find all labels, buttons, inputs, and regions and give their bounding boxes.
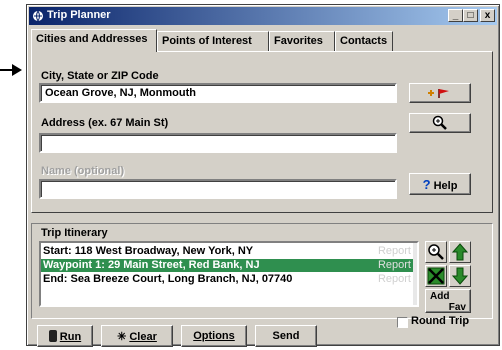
send-label: Send bbox=[272, 330, 300, 342]
help-button[interactable]: ? Help bbox=[409, 173, 471, 195]
minimize-button[interactable]: _ bbox=[448, 9, 463, 22]
add-fav-label-bottom: Fav bbox=[448, 302, 466, 313]
itinerary-row-start[interactable]: Start: 118 West Broadway, New York, NY R… bbox=[41, 245, 417, 258]
title-bar[interactable]: Trip Planner _ □ x bbox=[29, 7, 497, 25]
delete-stop-button[interactable] bbox=[425, 265, 447, 287]
traffic-light-icon bbox=[48, 330, 57, 342]
round-trip-checkbox[interactable] bbox=[397, 317, 408, 328]
map-flag-icon bbox=[428, 89, 449, 98]
trip-planner-window: Trip Planner _ □ x Cities and Addresses … bbox=[26, 4, 500, 347]
itinerary-row-text: Waypoint 1: 29 Main Street, Red Bank, NJ bbox=[43, 259, 260, 271]
tab-contacts[interactable]: Contacts bbox=[335, 31, 393, 51]
name-field[interactable] bbox=[39, 179, 397, 199]
magnifier-icon bbox=[432, 115, 447, 130]
clear-button[interactable]: ✳ Clear bbox=[101, 325, 173, 347]
itinerary-title: Trip Itinerary bbox=[41, 227, 108, 239]
globe-app-icon bbox=[33, 10, 43, 22]
list-scrollbar[interactable] bbox=[413, 243, 417, 305]
tab-favorites[interactable]: Favorites bbox=[269, 31, 335, 51]
clear-label: Clear bbox=[129, 331, 157, 343]
add-favorite-button[interactable]: Add Fav bbox=[425, 289, 471, 313]
magnifier-plus-icon bbox=[428, 244, 444, 260]
report-link[interactable]: Report bbox=[378, 273, 411, 285]
address-label: Address (ex. 67 Main St) bbox=[41, 117, 169, 129]
name-label: Name (optional) bbox=[41, 165, 125, 177]
report-link[interactable]: Report bbox=[378, 259, 411, 271]
arrow-down-icon bbox=[451, 267, 469, 285]
run-label: Run bbox=[59, 331, 82, 343]
arrow-up-icon bbox=[451, 243, 469, 261]
move-up-button[interactable] bbox=[449, 241, 471, 263]
zoom-in-button[interactable] bbox=[409, 113, 471, 133]
move-down-button[interactable] bbox=[449, 265, 471, 287]
locate-on-map-button[interactable] bbox=[409, 83, 471, 103]
maximize-button[interactable]: □ bbox=[463, 9, 478, 22]
itinerary-row-text: Start: 118 West Broadway, New York, NY bbox=[43, 245, 254, 257]
itinerary-row-waypoint[interactable]: Waypoint 1: 29 Main Street, Red Bank, NJ… bbox=[41, 259, 417, 272]
send-button[interactable]: Send bbox=[255, 325, 317, 347]
report-link[interactable]: Report bbox=[378, 245, 411, 257]
delete-x-icon bbox=[427, 267, 445, 285]
broom-icon: ✳ bbox=[117, 331, 127, 343]
tab-cities-and-addresses[interactable]: Cities and Addresses bbox=[31, 29, 157, 52]
options-button[interactable]: Options bbox=[181, 325, 247, 347]
add-fav-label-top: Add bbox=[430, 291, 450, 302]
question-mark-icon: ? bbox=[422, 177, 431, 192]
itinerary-list[interactable]: Start: 118 West Broadway, New York, NY R… bbox=[39, 241, 419, 307]
help-label: Help bbox=[433, 180, 458, 192]
address-field[interactable] bbox=[39, 133, 397, 153]
itinerary-row-text: End: Sea Breeze Court, Long Branch, NJ, … bbox=[43, 273, 293, 285]
close-button[interactable]: x bbox=[480, 9, 495, 22]
window-title: Trip Planner bbox=[47, 9, 111, 21]
tab-points-of-interest[interactable]: Points of Interest bbox=[157, 31, 269, 51]
pointer-arrow-icon bbox=[0, 64, 22, 76]
round-trip-label: Round Trip bbox=[411, 315, 470, 327]
itinerary-row-end[interactable]: End: Sea Breeze Court, Long Branch, NJ, … bbox=[41, 273, 417, 286]
city-label: City, State or ZIP Code bbox=[41, 70, 159, 82]
run-button[interactable]: Run bbox=[37, 325, 93, 347]
options-label: Options bbox=[193, 330, 235, 342]
city-field[interactable]: Ocean Grove, NJ, Monmouth bbox=[39, 83, 397, 103]
zoom-stop-button[interactable] bbox=[425, 241, 447, 263]
